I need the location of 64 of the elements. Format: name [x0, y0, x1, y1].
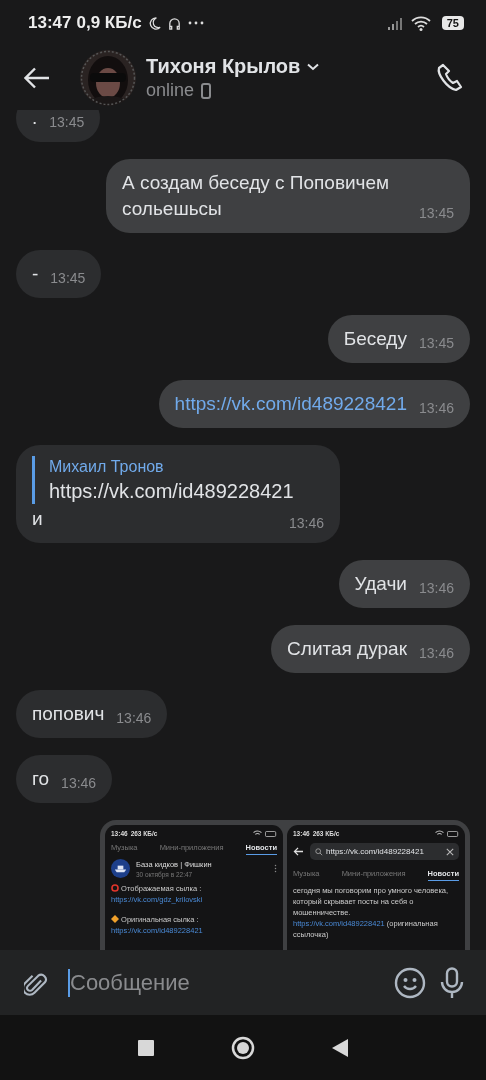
- quoted-message[interactable]: Михаил Тронов https://vk.com/id489228421: [32, 456, 324, 504]
- quote-author: Михаил Тронов: [49, 457, 165, 477]
- message-time: 13:46: [418, 579, 454, 597]
- headphones-icon: [166, 15, 182, 31]
- group-avatar-icon: [111, 859, 130, 878]
- composer-bar[interactable]: Сообщение: [0, 950, 486, 1015]
- message-text: .: [32, 110, 38, 130]
- search-icon: [315, 847, 323, 856]
- message-bubble[interactable]: го 13:46: [16, 755, 113, 803]
- back-icon[interactable]: [24, 67, 50, 89]
- network-speed: 0,9 КБ/с: [76, 13, 142, 33]
- more-icon: [186, 20, 205, 26]
- image-message[interactable]: [100, 820, 470, 950]
- message-text: го: [32, 767, 50, 791]
- message-bubble[interactable]: - 13:45: [16, 250, 102, 298]
- message-time: 13:45: [49, 113, 85, 131]
- message-input[interactable]: Сообщение: [70, 969, 380, 996]
- microphone-icon[interactable]: [440, 966, 464, 999]
- message-time: 13:46: [418, 644, 454, 662]
- back-icon[interactable]: [331, 1038, 348, 1057]
- message-text: и: [32, 507, 43, 531]
- message-time: 13:46: [418, 399, 454, 417]
- wifi-icon: [435, 830, 444, 837]
- close-icon[interactable]: [446, 847, 454, 856]
- message-bubble[interactable]: Михаил Тронов https://vk.com/id489228421 и 13:46: [16, 445, 340, 543]
- message-bubble[interactable]: Слитая дурак 13:46: [271, 625, 470, 673]
- emoji-icon[interactable]: [394, 966, 426, 999]
- quote-text: https://vk.com/id489228421: [49, 479, 295, 504]
- message-bubble[interactable]: Беседу 13:45: [327, 315, 470, 363]
- ring-icon: [111, 884, 119, 892]
- search-field[interactable]: https://vk.com/id489228421: [310, 843, 459, 860]
- message-time: 13:45: [418, 204, 454, 222]
- search-query: https://vk.com/id489228421: [326, 847, 425, 856]
- message-link[interactable]: https://vk.com/id489228421: [174, 391, 407, 417]
- battery-icon: 75: [441, 16, 464, 30]
- home-icon[interactable]: [231, 1035, 255, 1060]
- chevron-down-icon[interactable]: [307, 62, 320, 71]
- message-text: Беседу: [343, 327, 407, 351]
- message-text: -: [32, 262, 39, 286]
- online-status: online: [146, 80, 195, 101]
- message-time: 13:46: [288, 514, 324, 532]
- wifi-icon: [253, 830, 262, 837]
- message-bubble[interactable]: Удачи 13:46: [338, 560, 470, 608]
- message-bubble[interactable]: попович 13:46: [16, 690, 168, 738]
- message-bubble[interactable]: . 13:45: [16, 110, 101, 142]
- message-text: А создам беседу с Поповичем сольешьсы: [122, 171, 391, 221]
- message-time: 13:45: [418, 334, 454, 352]
- message-bubble[interactable]: А создам беседу с Поповичем сольешьсы 13:45: [106, 159, 470, 233]
- status-time: 13:47: [28, 13, 72, 33]
- recents-icon[interactable]: [138, 1039, 155, 1056]
- message-text: Удачи: [354, 572, 407, 596]
- message-time: 13:46: [61, 774, 97, 792]
- wifi-icon: [410, 15, 431, 31]
- contact-name[interactable]: Тихоня Крылов: [146, 55, 301, 78]
- message-time: 13:45: [50, 269, 86, 287]
- battery-icon: [447, 830, 459, 837]
- battery-icon: [265, 830, 277, 837]
- message-time: 13:46: [116, 709, 152, 727]
- phone-device-icon: [201, 82, 212, 99]
- message-bubble[interactable]: https://vk.com/id489228421 13:46: [158, 380, 470, 428]
- diamond-icon: [111, 915, 119, 923]
- message-text: попович: [32, 702, 105, 726]
- message-text: Слитая дурак: [287, 637, 407, 661]
- back-icon[interactable]: [293, 847, 304, 856]
